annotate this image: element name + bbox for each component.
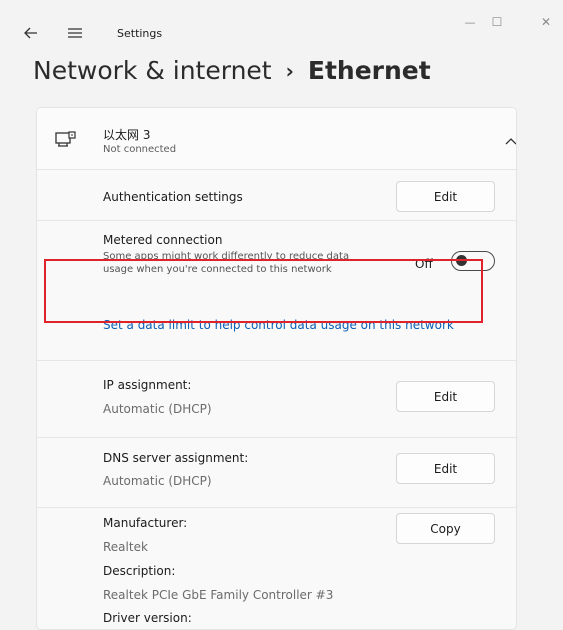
manufacturer-label: Manufacturer: [103,516,188,530]
metered-connection-label: Metered connection [103,233,223,247]
page-title: Ethernet [307,56,431,85]
dns-assignment-label: DNS server assignment: [103,451,249,465]
breadcrumb: Network & internet › Ethernet [33,56,431,85]
close-icon: ✕ [540,15,552,29]
minimize-icon: — [464,15,476,29]
dns-assignment-edit-button[interactable]: Edit [396,453,495,484]
back-button[interactable] [22,24,40,42]
title-bar: Settings — ☐ ✕ [0,0,563,50]
driver-version-label: Driver version: [103,611,192,625]
description-value: Realtek PCIe GbE Family Controller #3 [103,588,334,602]
adapter-status: Not connected [103,144,177,155]
description-label: Description: [103,564,176,578]
adapter-header[interactable]: 以太网 3 Not connected [37,108,517,170]
app-title: Settings [117,27,163,40]
ethernet-settings-card: 以太网 3 Not connected Authentication setti… [36,107,517,630]
manufacturer-value: Realtek [103,540,148,554]
copy-details-button[interactable]: Copy [396,513,495,544]
dns-assignment-value: Automatic (DHCP) [103,474,212,488]
breadcrumb-separator-icon: › [285,58,294,83]
ip-assignment-label: IP assignment: [103,378,192,392]
minimize-button[interactable]: — [460,14,480,30]
navigation-menu-button[interactable] [66,24,84,42]
adapter-name: 以太网 3 [103,128,151,142]
hamburger-menu-icon [68,28,82,38]
ip-assignment-highlight-box [44,259,483,323]
maximize-icon: ☐ [491,15,503,29]
close-button[interactable]: ✕ [536,14,556,30]
authentication-settings-label: Authentication settings [103,190,243,204]
ip-assignment-value: Automatic (DHCP) [103,402,212,416]
ip-assignment-edit-button[interactable]: Edit [396,381,495,412]
back-arrow-icon [24,27,37,39]
ethernet-icon [55,131,76,147]
breadcrumb-parent-link[interactable]: Network & internet [33,56,272,85]
maximize-button[interactable]: ☐ [487,14,507,30]
chevron-up-icon[interactable] [505,137,517,145]
authentication-edit-button[interactable]: Edit [396,181,495,212]
